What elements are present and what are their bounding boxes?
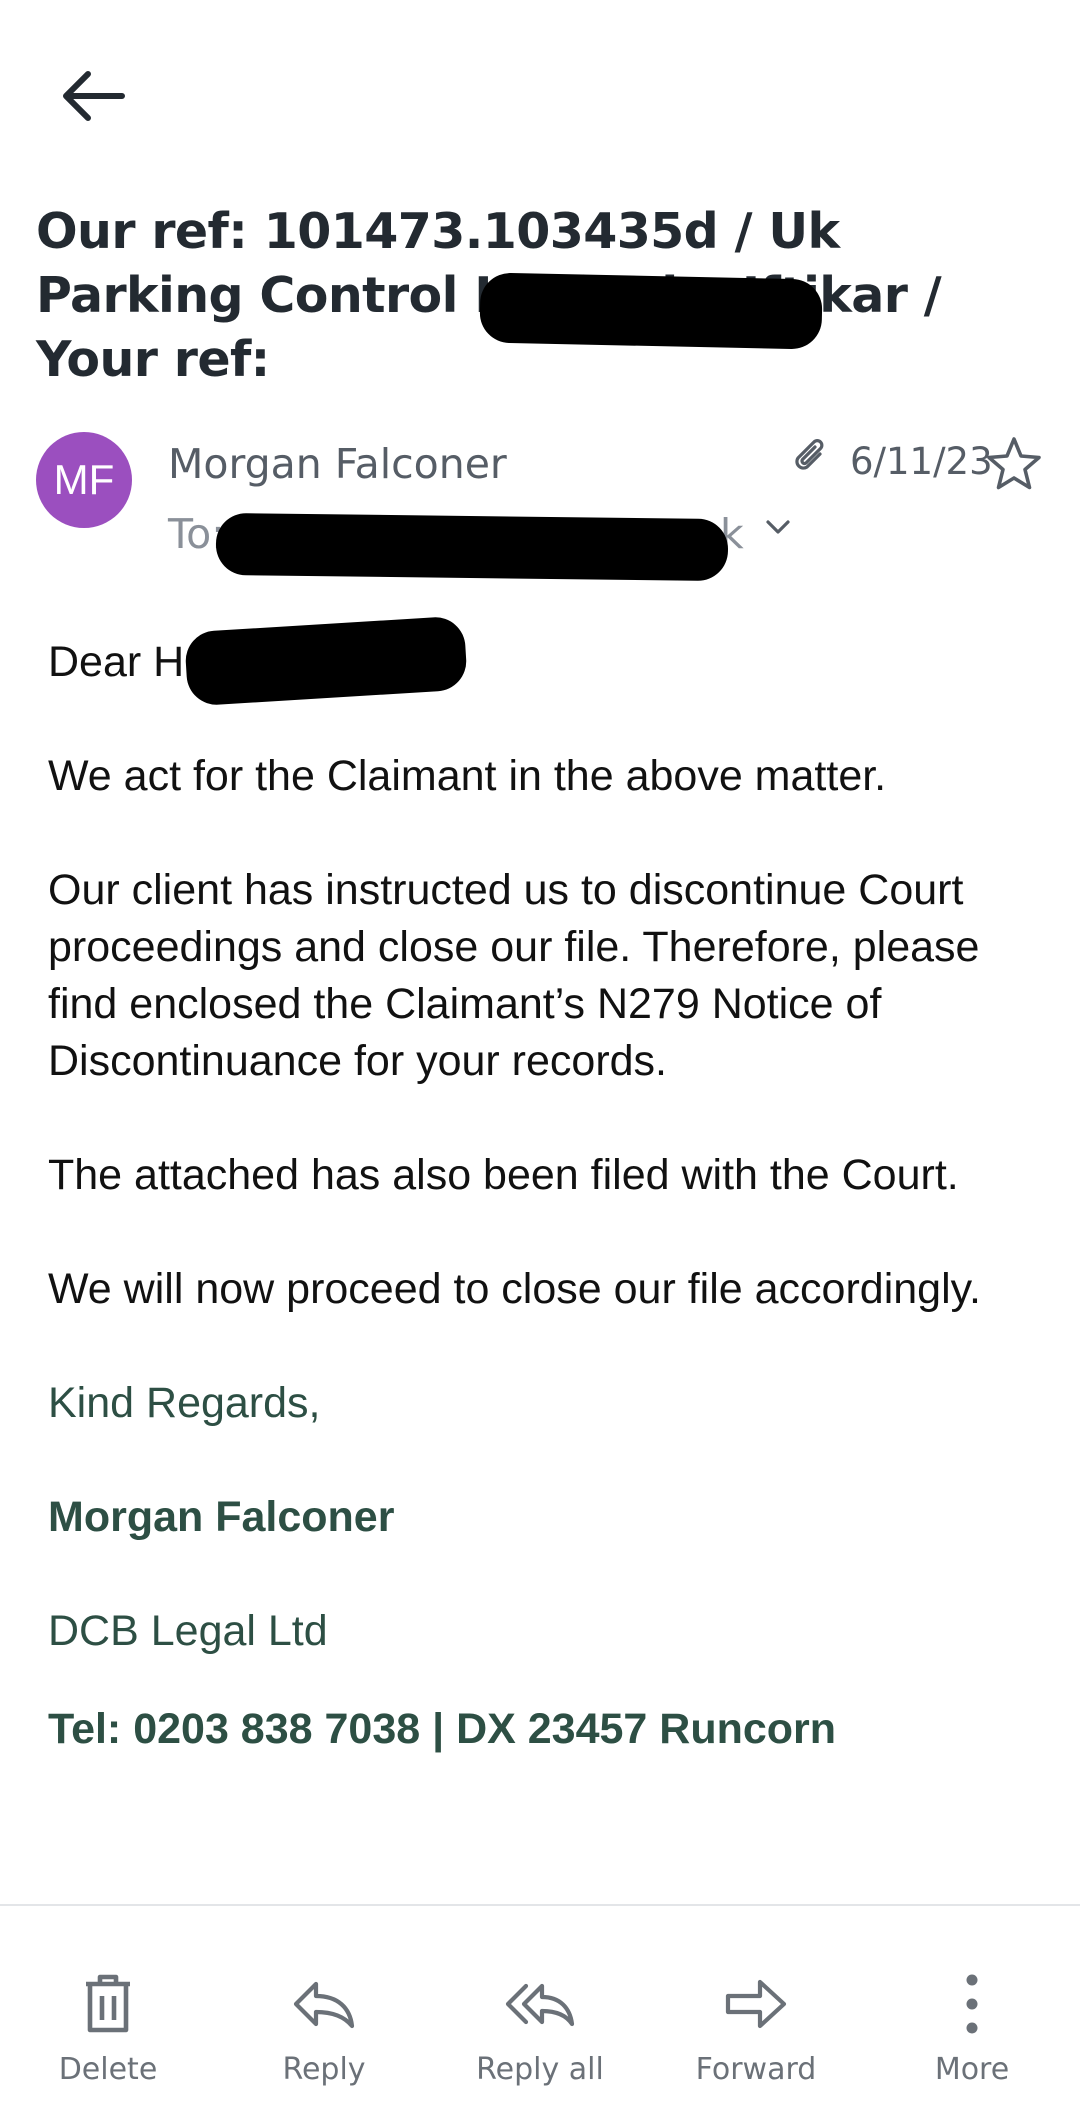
reply-all-button[interactable]: Reply all	[432, 1906, 648, 2114]
signature-company: DCB Legal Ltd	[48, 1607, 328, 1655]
reply-icon	[293, 1981, 355, 2029]
signature-contact: Tel: 0203 838 7038 | DX 23457 Runcorn	[48, 1705, 837, 1753]
reply-all-label: Reply all	[476, 2052, 604, 2087]
back-button[interactable]	[56, 66, 130, 126]
sign-off: Kind Regards,	[48, 1379, 321, 1427]
redaction-mark	[479, 272, 823, 350]
email-body: Dear Hr, We act for the Claimant in the …	[48, 634, 1048, 1815]
body-paragraph: Our client has instructed us to disconti…	[48, 866, 980, 1085]
more-vertical-icon	[966, 1974, 978, 2034]
sender-name[interactable]: Morgan Falconer	[168, 440, 507, 488]
chevron-down-icon	[766, 520, 790, 534]
more-label: More	[934, 2052, 1010, 2087]
delete-button[interactable]: Delete	[0, 1906, 216, 2114]
back-arrow-icon	[63, 71, 125, 121]
sender-avatar[interactable]: MF	[36, 432, 132, 528]
forward-label: Forward	[695, 2052, 817, 2087]
reply-all-icon	[505, 1983, 575, 2027]
paperclip-icon	[795, 439, 824, 470]
reply-button[interactable]: Reply	[216, 1906, 432, 2114]
delete-label: Delete	[58, 2052, 158, 2087]
bottom-toolbar: Delete Reply Reply all Forward More	[0, 1904, 1080, 2114]
star-button[interactable]	[984, 434, 1044, 494]
redaction-mark	[215, 512, 729, 582]
body-paragraph: We will now proceed to close our file ac…	[48, 1265, 981, 1313]
trash-icon	[86, 1974, 130, 2033]
expand-recipients-button[interactable]	[758, 508, 798, 548]
body-paragraph: We act for the Claimant in the above mat…	[48, 752, 887, 800]
forward-icon	[725, 1979, 787, 2029]
more-button[interactable]: More	[864, 1906, 1080, 2114]
body-paragraph: The attached has also been filed with th…	[48, 1151, 959, 1199]
email-date: 6/11/23	[850, 440, 993, 483]
reply-label: Reply	[282, 2052, 366, 2087]
signature-name: Morgan Falconer	[48, 1493, 395, 1541]
star-icon	[987, 437, 1041, 490]
forward-button[interactable]: Forward	[648, 1906, 864, 2114]
